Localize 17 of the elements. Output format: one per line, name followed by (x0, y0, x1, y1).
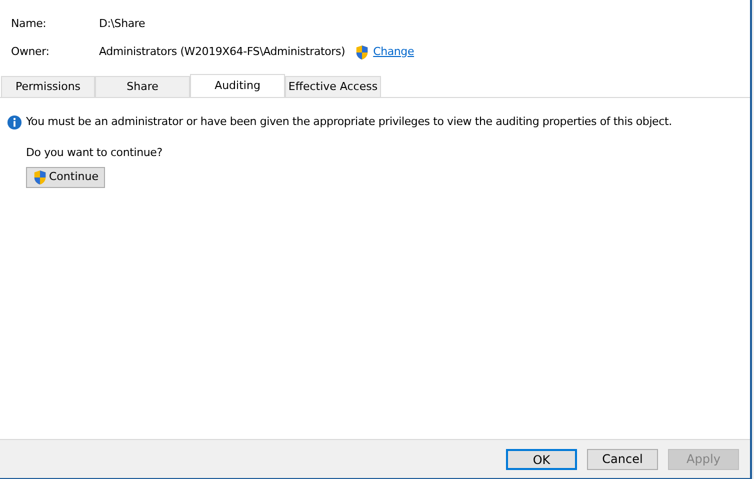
continue-button[interactable]: Continue (26, 167, 106, 188)
field-label: Owner: (11, 44, 50, 60)
shield-icon (355, 44, 370, 60)
info-message: You must be an administrator or have been given the appropriate privileges to view the auditing properties of this object. (26, 114, 672, 130)
tab[interactable]: Share (95, 76, 190, 97)
change-link[interactable]: Change (373, 44, 414, 60)
info-icon (7, 114, 22, 130)
field-label: Name: (11, 16, 48, 32)
shield-icon (33, 170, 47, 185)
question-text: Do you want to continue? (26, 144, 164, 160)
tab[interactable]: Permissions (1, 76, 95, 97)
dialog-button[interactable]: OK (506, 448, 577, 470)
field-value: D:\Share (99, 16, 146, 32)
tab[interactable]: Effective Access (285, 76, 381, 97)
dialog-button[interactable]: Cancel (587, 448, 658, 470)
tab[interactable]: Auditing (190, 74, 285, 97)
field-value: Administrators (W2019X64-FS\Administrators) (99, 44, 346, 60)
